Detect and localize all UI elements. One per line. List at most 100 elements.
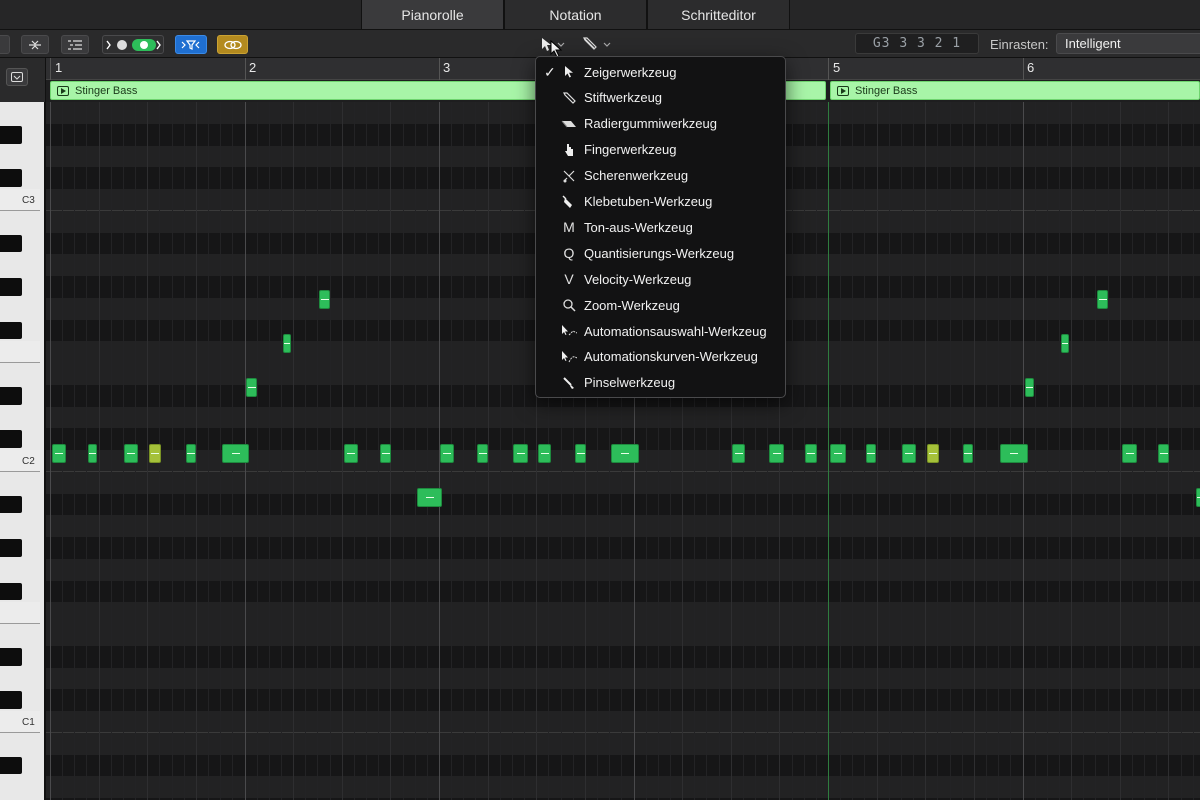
white-key[interactable] xyxy=(0,341,40,363)
menu-item-automationsauswahl-werkzeug[interactable]: Automationsauswahl-Werkzeug xyxy=(536,318,785,344)
menu-item-stiftwerkzeug[interactable]: Stiftwerkzeug xyxy=(536,85,785,111)
midi-in-out-button[interactable] xyxy=(102,35,164,54)
snap-select[interactable]: Intelligent xyxy=(1056,33,1200,54)
midi-note[interactable] xyxy=(417,488,442,507)
bar-number: 1 xyxy=(55,60,63,75)
menu-item-quantisierungs-werkzeug[interactable]: Q Quantisierungs-Werkzeug xyxy=(536,240,785,266)
chevron-down-icon xyxy=(11,72,23,82)
black-key[interactable] xyxy=(0,386,22,405)
midi-note[interactable] xyxy=(1122,444,1137,463)
black-key[interactable] xyxy=(0,321,22,340)
midi-note[interactable] xyxy=(805,444,817,463)
midi-note[interactable] xyxy=(1000,444,1028,463)
midi-note[interactable] xyxy=(769,444,784,463)
black-key[interactable] xyxy=(0,430,22,448)
grid-line xyxy=(888,102,890,800)
grid-row xyxy=(46,732,1200,755)
region-stinger-bass-2[interactable]: Stinger Bass xyxy=(830,81,1200,100)
menu-item-radiergummiwerkzeug[interactable]: Radiergummiwerkzeug xyxy=(536,111,785,137)
black-key[interactable] xyxy=(0,278,22,296)
black-key[interactable] xyxy=(0,125,22,144)
menu-item-automationskurven-werkzeug[interactable]: Automationskurven-Werkzeug xyxy=(536,344,785,370)
cmd-click-tool-selector[interactable] xyxy=(582,36,616,53)
midi-note[interactable] xyxy=(1158,444,1169,463)
midi-note[interactable] xyxy=(830,444,846,463)
midi-note[interactable] xyxy=(52,444,66,463)
midi-note[interactable] xyxy=(246,378,257,397)
menu-item-label: Stiftwerkzeug xyxy=(584,90,663,106)
grid-line xyxy=(183,102,185,800)
collapse-button[interactable] xyxy=(21,35,49,54)
black-key[interactable] xyxy=(0,756,22,775)
catch-button[interactable] xyxy=(6,68,28,86)
automation-curve-icon xyxy=(561,349,577,365)
piano-keyboard[interactable]: C3 C2 C1 xyxy=(0,102,46,800)
black-key[interactable] xyxy=(0,691,22,709)
tab-pianorolle[interactable]: Pianorolle xyxy=(361,0,504,29)
menu-item-label: Velocity-Werkzeug xyxy=(584,271,692,287)
menu-item-zeigerwerkzeug[interactable]: ✓ Zeigerwerkzeug xyxy=(536,59,785,85)
midi-note[interactable] xyxy=(222,444,249,463)
menu-item-fingerwerkzeug[interactable]: Fingerwerkzeug xyxy=(536,137,785,163)
menu-item-velocity-werkzeug[interactable]: V Velocity-Werkzeug xyxy=(536,266,785,292)
midi-note[interactable] xyxy=(538,444,551,463)
midi-note[interactable] xyxy=(902,444,916,463)
midi-note[interactable] xyxy=(88,444,97,463)
velocity-indicator xyxy=(1098,298,1107,301)
grid-line xyxy=(366,102,368,800)
black-key[interactable] xyxy=(0,647,22,666)
grid-row xyxy=(46,667,1200,690)
midi-note[interactable] xyxy=(380,444,391,463)
midi-note[interactable] xyxy=(1025,378,1034,397)
grid-line xyxy=(426,102,428,800)
black-key[interactable] xyxy=(0,495,22,514)
menu-item-klebetuben-werkzeug[interactable]: Klebetuben-Werkzeug xyxy=(536,189,785,215)
octave-label-c1: C1 xyxy=(22,717,35,728)
midi-note[interactable] xyxy=(477,444,488,463)
link-button[interactable] xyxy=(217,35,248,54)
tab-schritteditor[interactable]: Schritteditor xyxy=(647,0,790,29)
velocity-indicator xyxy=(89,452,96,455)
grid-line xyxy=(1058,102,1060,800)
midi-note[interactable] xyxy=(1097,290,1108,309)
region-play-icon xyxy=(837,86,849,96)
midi-note[interactable] xyxy=(963,444,973,463)
bar-tick xyxy=(439,58,440,80)
midi-note[interactable] xyxy=(1061,334,1069,353)
midi-note[interactable] xyxy=(344,444,358,463)
midi-note[interactable] xyxy=(866,444,876,463)
midi-note[interactable] xyxy=(611,444,639,463)
grid-line xyxy=(293,102,295,800)
black-key[interactable] xyxy=(0,582,22,601)
menu-item-zoom-werkzeug[interactable]: Zoom-Werkzeug xyxy=(536,292,785,318)
black-key[interactable] xyxy=(0,539,22,557)
midi-note[interactable] xyxy=(149,444,161,463)
midi-note[interactable] xyxy=(440,444,454,463)
bar-number: 5 xyxy=(833,60,841,75)
midi-note[interactable] xyxy=(732,444,745,463)
white-key[interactable] xyxy=(0,602,40,624)
midi-filter-button[interactable] xyxy=(175,35,207,54)
bar-tick xyxy=(50,58,51,80)
midi-note[interactable] xyxy=(1196,488,1200,507)
midi-note[interactable] xyxy=(513,444,528,463)
bar-number: 2 xyxy=(249,60,257,75)
menu-item-scherenwerkzeug[interactable]: Scherenwerkzeug xyxy=(536,163,785,189)
list-button[interactable] xyxy=(61,35,89,54)
grid-row xyxy=(46,689,1200,711)
midi-note[interactable] xyxy=(319,290,330,309)
menu-item-ton-aus-werkzeug[interactable]: M Ton-aus-Werkzeug xyxy=(536,214,785,240)
midi-note[interactable] xyxy=(283,334,291,353)
midi-note[interactable] xyxy=(927,444,939,463)
midi-note[interactable] xyxy=(575,444,586,463)
velocity-indicator xyxy=(381,452,390,455)
menu-item-pinselwerkzeug[interactable]: Pinselwerkzeug xyxy=(536,370,785,396)
grid-line xyxy=(208,102,210,800)
black-key[interactable] xyxy=(0,234,22,253)
tab-notation[interactable]: Notation xyxy=(504,0,647,29)
midi-note[interactable] xyxy=(186,444,196,463)
black-key[interactable] xyxy=(0,169,22,187)
toolbar-left-button[interactable] xyxy=(0,35,10,54)
grid-line xyxy=(305,102,307,800)
midi-note[interactable] xyxy=(124,444,138,463)
